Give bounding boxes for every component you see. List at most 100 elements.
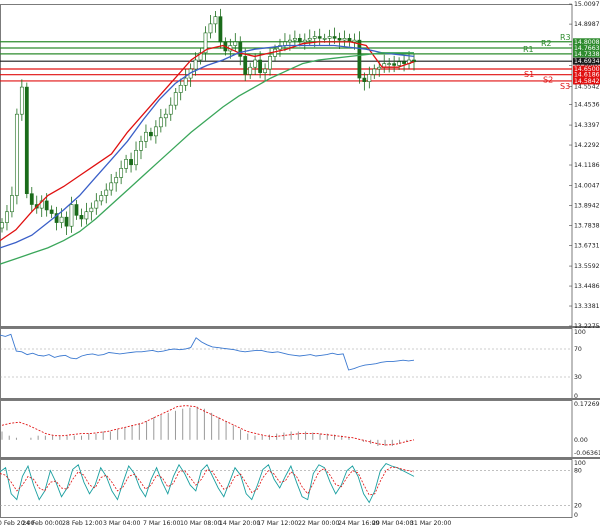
candle-body [253, 59, 258, 68]
candle-body [302, 39, 307, 43]
y-tick-label: 14.00477 [574, 183, 600, 190]
candle-body [119, 168, 124, 178]
level-label: R2 [541, 39, 552, 48]
x-tick-label: 31 Mar 20:00 [410, 520, 451, 527]
candle-body [129, 159, 133, 166]
candle-body [337, 38, 342, 41]
rsi-line [0, 333, 415, 371]
y-tick-label: 14.89874 [574, 21, 600, 28]
candle-body [74, 204, 79, 216]
pane-separator [0, 326, 600, 328]
rsi-tick-label: 30 [574, 374, 582, 381]
candle-body [153, 126, 158, 137]
candle-body [104, 189, 109, 196]
candle-body [258, 59, 263, 73]
candle-body [377, 66, 382, 70]
x-tick-label: 14 Mar 20:00 [219, 520, 260, 527]
candle-body [158, 117, 163, 128]
pane-frame-sto [0, 459, 573, 518]
level-label: S3 [560, 82, 570, 91]
pane-separator [0, 398, 600, 400]
candle-body [19, 86, 24, 115]
candle-body [24, 86, 29, 194]
pane-frame-rsi [0, 328, 573, 399]
candle-body [144, 131, 148, 142]
pane-separator [0, 457, 600, 459]
candle-body [307, 38, 312, 41]
candle-body [213, 16, 218, 25]
candle-body [114, 177, 119, 184]
macd-tick-label: 0.00 [574, 437, 588, 444]
candle-body [397, 61, 402, 66]
level-value-text: 14.73383 [574, 51, 600, 58]
candle-body [89, 207, 94, 213]
level-value-text: 14.58420 [574, 78, 600, 85]
y-tick-label: 13.67318 [574, 242, 600, 249]
candle-body [367, 74, 372, 82]
candle-body [342, 38, 347, 41]
candle-body [79, 215, 84, 220]
candle-body [44, 200, 49, 211]
y-tick-label: 14.33976 [574, 122, 600, 129]
candle-body [218, 16, 223, 43]
stoch-tick-label: 20 [574, 502, 582, 509]
rsi-tick-label: 70 [574, 346, 582, 353]
candle-body [273, 48, 277, 57]
candle-body [0, 222, 4, 229]
candle-body [238, 41, 243, 57]
candle-body [99, 195, 104, 202]
candle-body [352, 39, 357, 43]
candle-body [193, 59, 198, 70]
rsi-tick-label: 0 [574, 393, 578, 400]
candle-body [297, 38, 302, 43]
candle-body [49, 209, 54, 214]
candle-body [357, 39, 362, 79]
candle-body [139, 140, 143, 151]
candle-body [292, 38, 297, 41]
stoch-k-line [0, 463, 415, 504]
candle-body [387, 63, 392, 65]
candle-body [10, 195, 14, 213]
candle-body [149, 131, 153, 137]
level-label: S2 [543, 76, 553, 85]
candle-body [317, 36, 322, 39]
candle-body [173, 92, 178, 106]
x-tick-label: 7 Mar 16:00 [143, 520, 180, 527]
stoch-d-line [0, 466, 415, 496]
candle-body [5, 211, 9, 223]
moving-average-line [0, 52, 414, 265]
y-tick-label: 15.00977 [574, 1, 600, 8]
candle-body [372, 68, 377, 75]
candle-body [64, 216, 69, 227]
y-tick-label: 13.78388 [574, 222, 600, 229]
chart-canvas: 15.0097714.8987414.7838014.6691114.55421… [0, 1, 600, 527]
candle-body [94, 200, 99, 209]
x-tick-label: 17 Mar 12:00 [257, 520, 298, 527]
rsi-tick-label: 100 [574, 329, 586, 336]
y-tick-label: 14.11865 [574, 162, 600, 169]
pane-frame-main [0, 4, 573, 327]
level-label: R1 [523, 45, 534, 54]
stoch-tick-label: 100 [574, 460, 586, 467]
candle-body [263, 68, 267, 73]
y-tick-label: 13.33810 [574, 303, 600, 310]
level-label: S1 [524, 70, 534, 79]
x-tick-label: 3 Mar 04:00 [103, 520, 140, 527]
y-tick-label: 13.89420 [574, 203, 600, 210]
x-tick-label: 22 Mar 00:00 [298, 520, 339, 527]
stoch-tick-label: 0 [574, 512, 578, 519]
x-tick-label: 10 Mar 08:00 [180, 520, 221, 527]
candle-body [402, 61, 406, 64]
candle-body [327, 36, 332, 39]
candle-body [163, 113, 168, 119]
candle-body [208, 23, 213, 34]
candle-body [109, 182, 114, 191]
candle-body [243, 56, 248, 75]
candle-body [312, 36, 317, 39]
pane-frame-macd [0, 400, 573, 458]
candle-body [248, 66, 253, 75]
y-tick-label: 13.55928 [574, 263, 600, 270]
x-tick-label: 29 Mar 04:00 [372, 520, 413, 527]
candle-body [59, 216, 64, 223]
candle-body [69, 204, 74, 227]
